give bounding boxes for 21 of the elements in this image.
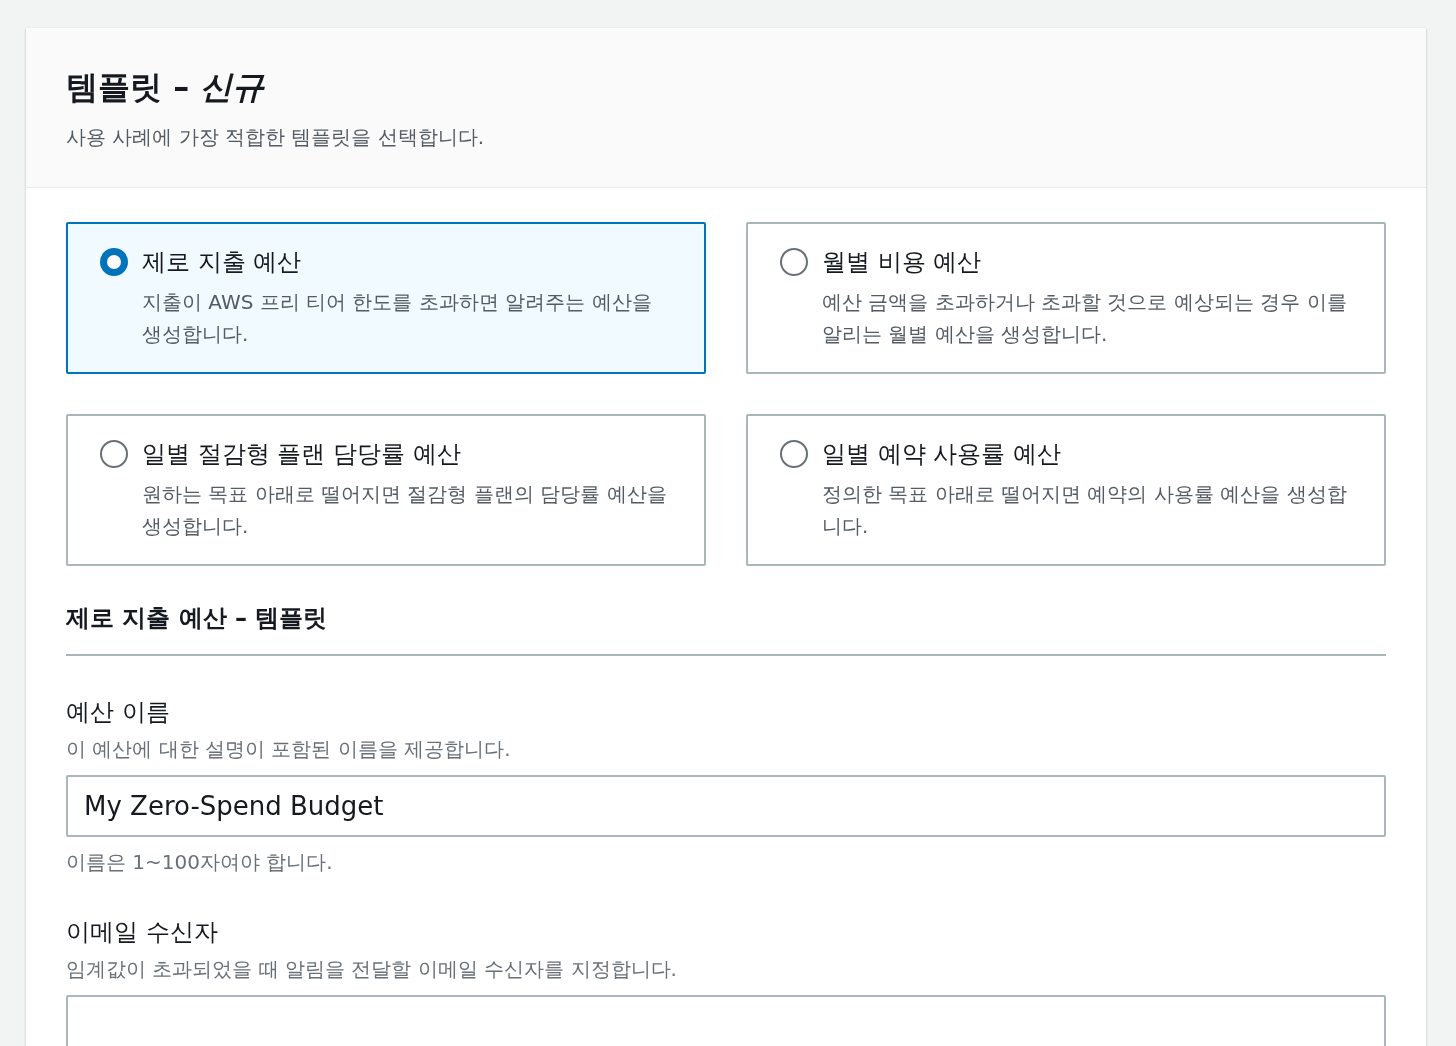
template-description: 지출이 AWS 프리 티어 한도를 초과하면 알려주는 예산을 생성합니다.: [142, 289, 653, 348]
field-description: 이 예산에 대한 설명이 포함된 이름을 제공합니다.: [66, 736, 512, 763]
template-option[interactable]: 일별 절감형 플랜 담당률 예산 원하는 목표 아래로 떨어지면 절감형 플랜의 담당률 예산을 생성합니다.: [66, 414, 706, 566]
template-description: 정의한 목표 아래로 떨어지면 예약의 사용률 예산을 생성합니다.: [822, 481, 1348, 540]
template-title: 일별 절감형 플랜 담당률 예산: [142, 439, 462, 470]
section-title: 제로 지출 예산 – 템플릿: [66, 602, 1386, 656]
page-title: 템플릿 – 신규: [66, 67, 266, 108]
template-option[interactable]: 제로 지출 예산 지출이 AWS 프리 티어 한도를 초과하면 알려주는 예산을 생성합니다.: [66, 222, 706, 374]
template-option[interactable]: 일별 예약 사용률 예산 정의한 목표 아래로 떨어지면 예약의 사용률 예산을 생성합니다.: [746, 414, 1386, 566]
template-title: 월별 비용 예산: [822, 247, 983, 278]
field-constraint: 이름은 1~100자여야 합니다.: [66, 849, 334, 876]
input-field[interactable]: My Zero-Spend Budget: [66, 775, 1386, 837]
template-description: 예산 금액을 초과하거나 초과할 것으로 예상되는 경우 이를 알리는 월별 예산을 생성합니다.: [822, 289, 1348, 348]
template-description: 원하는 목표 아래로 떨어지면 절감형 플랜의 담당률 예산을 생성합니다.: [142, 481, 668, 540]
template-option[interactable]: 월별 비용 예산 예산 금액을 초과하거나 초과할 것으로 예상되는 경우 이를 알리는 월별 예산을 생성합니다.: [746, 222, 1386, 374]
template-title: 일별 예약 사용률 예산: [822, 439, 1062, 470]
field-description: 임계값이 초과되었을 때 알림을 전달할 이메일 수신자를 지정합니다.: [66, 956, 678, 983]
page-description: 사용 사례에 가장 적합한 템플릿을 선택합니다.: [66, 124, 486, 151]
field-label: 이메일 수신자: [66, 917, 219, 948]
template-title: 제로 지출 예산: [142, 247, 303, 278]
field-label: 예산 이름: [66, 697, 171, 728]
